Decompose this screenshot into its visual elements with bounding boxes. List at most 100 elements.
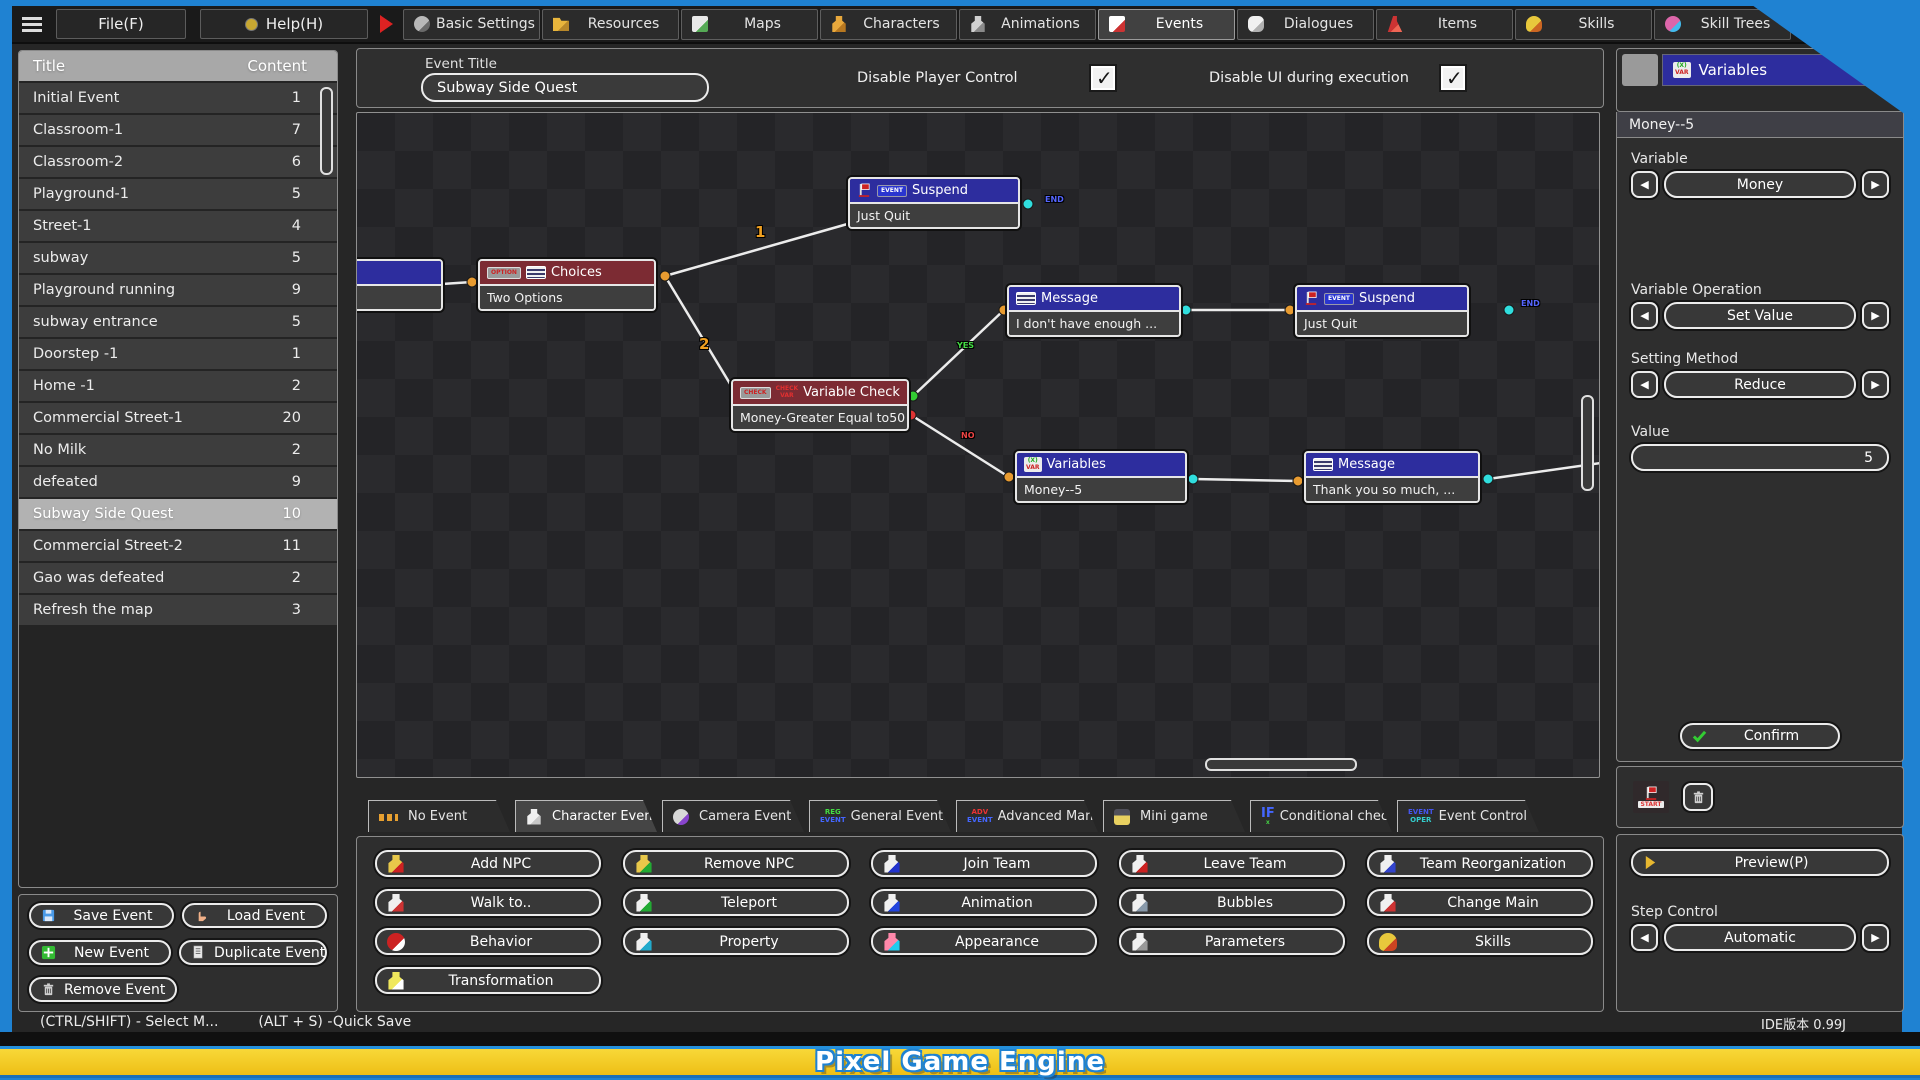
node-stub[interactable]: .... xyxy=(356,259,443,311)
delete-node-button[interactable] xyxy=(1683,783,1713,811)
node-message-2[interactable]: Message Thank you so much, ... xyxy=(1304,451,1480,503)
main-tab[interactable]: Dialogues xyxy=(1237,9,1374,40)
leave-team-icon xyxy=(1131,855,1149,873)
main-tab[interactable]: Basic Settings xyxy=(403,9,540,40)
file-menu[interactable]: File(F) xyxy=(56,9,186,39)
command-category-tab[interactable]: IF x Conditional check xyxy=(1250,800,1392,832)
event-list-scrollbar[interactable] xyxy=(320,87,333,175)
main-tab[interactable]: Items xyxy=(1376,9,1513,40)
command-button[interactable]: Remove NPC xyxy=(623,850,849,877)
command-button[interactable]: Behavior xyxy=(375,928,601,955)
load-event-button[interactable]: Load Event xyxy=(182,903,327,928)
command-button[interactable]: Appearance xyxy=(871,928,1097,955)
command-category-tab[interactable]: Character Event xyxy=(515,800,657,832)
variable-prev-button[interactable]: ◀ xyxy=(1631,171,1658,198)
event-list-row[interactable]: Classroom-2 6 xyxy=(19,147,337,177)
command-button[interactable]: Animation xyxy=(871,889,1097,916)
command-button[interactable]: Teleport xyxy=(623,889,849,916)
operation-select[interactable]: Set Value xyxy=(1664,302,1856,329)
main-tab[interactable]: Animations xyxy=(959,9,1096,40)
method-next-button[interactable]: ▶ xyxy=(1862,371,1889,398)
animation-icon xyxy=(883,894,901,912)
event-list-row[interactable]: Subway Side Quest 10 xyxy=(19,499,337,529)
event-title-input[interactable] xyxy=(421,73,709,102)
main-tab[interactable]: Maps xyxy=(681,9,818,40)
canvas-vertical-scrollbar[interactable] xyxy=(1581,395,1594,491)
start-flag-icon[interactable]: START xyxy=(1633,781,1669,813)
canvas-horizontal-scrollbar[interactable] xyxy=(1205,758,1357,771)
event-list-row[interactable]: Playground running 9 xyxy=(19,275,337,305)
command-button[interactable]: Team Reorganization xyxy=(1367,850,1593,877)
command-category-tab[interactable]: ADV EVENT Advanced Manag... xyxy=(956,800,1098,832)
disable-player-control-checkbox[interactable] xyxy=(1091,66,1115,90)
command-button[interactable]: Add NPC xyxy=(375,850,601,877)
node-suspend-2[interactable]: EVENT Suspend Just Quit xyxy=(1295,285,1469,337)
event-list-row[interactable]: subway 5 xyxy=(19,243,337,273)
save-event-button[interactable]: Save Event xyxy=(29,903,174,928)
command-button[interactable]: Bubbles xyxy=(1119,889,1345,916)
new-event-button[interactable]: New Event xyxy=(29,940,171,965)
main-tab[interactable]: Skills xyxy=(1515,9,1652,40)
event-list-row[interactable]: subway entrance 5 xyxy=(19,307,337,337)
command-button[interactable]: Walk to.. xyxy=(375,889,601,916)
disable-ui-checkbox[interactable] xyxy=(1441,66,1465,90)
remove-event-button[interactable]: Remove Event xyxy=(29,977,177,1002)
command-category-tab[interactable]: Mini game xyxy=(1103,800,1245,832)
command-button[interactable]: Change Main xyxy=(1367,889,1593,916)
help-menu[interactable]: Help(H) xyxy=(200,9,368,39)
event-list-row[interactable]: Classroom-1 7 xyxy=(19,115,337,145)
node-variable-check[interactable]: CHECK CHECK VAR Variable Check Money-Gre… xyxy=(731,379,909,431)
event-list-row[interactable]: Gao was defeated 2 xyxy=(19,563,337,593)
event-title-cell: Commercial Street-2 xyxy=(33,538,183,554)
operation-next-button[interactable]: ▶ xyxy=(1862,302,1889,329)
confirm-button[interactable]: Confirm xyxy=(1680,723,1840,749)
event-title-label: Event Title xyxy=(425,56,497,72)
event-list-row[interactable]: Doorstep -1 1 xyxy=(19,339,337,369)
node-variables[interactable]: (X) VAR Variables Money--5 xyxy=(1015,451,1187,503)
help-icon xyxy=(245,18,258,31)
event-node-canvas[interactable]: 1 2 YES NO END END .... OPTION Choices T… xyxy=(356,112,1600,778)
main-tab[interactable]: Characters xyxy=(820,9,957,40)
command-button[interactable]: Parameters xyxy=(1119,928,1345,955)
command-category-tab[interactable]: EVENT OPER Event Control xyxy=(1397,800,1539,832)
run-icon[interactable] xyxy=(380,15,393,33)
node-suspend-1[interactable]: EVENT Suspend Just Quit xyxy=(848,177,1020,229)
command-button[interactable]: Transformation xyxy=(375,967,601,994)
event-list-row[interactable]: Refresh the map 3 xyxy=(19,595,337,625)
event-list-row[interactable]: Home -1 2 xyxy=(19,371,337,401)
node-message-1[interactable]: Message I don't have enough ... xyxy=(1007,285,1181,337)
property-icon xyxy=(635,933,653,951)
step-control-select[interactable]: Automatic xyxy=(1664,924,1856,951)
variable-next-button[interactable]: ▶ xyxy=(1862,171,1889,198)
command-button[interactable]: Leave Team xyxy=(1119,850,1345,877)
event-title-cell: Subway Side Quest xyxy=(33,506,173,522)
event-list-row[interactable]: Initial Event 1 xyxy=(19,83,337,113)
command-category-tab[interactable]: No Event xyxy=(368,800,510,832)
step-control-next-button[interactable]: ▶ xyxy=(1862,924,1889,951)
main-tab[interactable]: Events xyxy=(1098,9,1235,40)
main-tab[interactable]: Resources xyxy=(542,9,679,40)
command-category-tab[interactable]: Camera Event xyxy=(662,800,804,832)
hamburger-menu-icon[interactable] xyxy=(22,17,42,32)
inspector-body: Variable ◀ Money ▶ Variable Operation ◀ … xyxy=(1616,116,1904,762)
event-list-row[interactable]: No Milk 2 xyxy=(19,435,337,465)
event-list-row[interactable]: Commercial Street-2 11 xyxy=(19,531,337,561)
variable-select[interactable]: Money xyxy=(1664,171,1856,198)
value-input[interactable] xyxy=(1631,444,1889,471)
command-button[interactable]: Property xyxy=(623,928,849,955)
preview-button[interactable]: Preview(P) xyxy=(1631,849,1889,876)
step-control-prev-button[interactable]: ◀ xyxy=(1631,924,1658,951)
event-list-row[interactable]: Street-1 4 xyxy=(19,211,337,241)
command-button[interactable]: Skills xyxy=(1367,928,1593,955)
duplicate-event-button[interactable]: Duplicate Event xyxy=(179,940,327,965)
main-tab-label: Basic Settings xyxy=(436,16,539,32)
operation-prev-button[interactable]: ◀ xyxy=(1631,302,1658,329)
event-list-row[interactable]: Playground-1 5 xyxy=(19,179,337,209)
method-select[interactable]: Reduce xyxy=(1664,371,1856,398)
command-category-tab[interactable]: REG EVENT General Event xyxy=(809,800,951,832)
event-list-row[interactable]: Commercial Street-1 20 xyxy=(19,403,337,433)
event-list-row[interactable]: defeated 9 xyxy=(19,467,337,497)
command-button[interactable]: Join Team xyxy=(871,850,1097,877)
method-prev-button[interactable]: ◀ xyxy=(1631,371,1658,398)
node-choices[interactable]: OPTION Choices Two Options xyxy=(478,259,656,311)
